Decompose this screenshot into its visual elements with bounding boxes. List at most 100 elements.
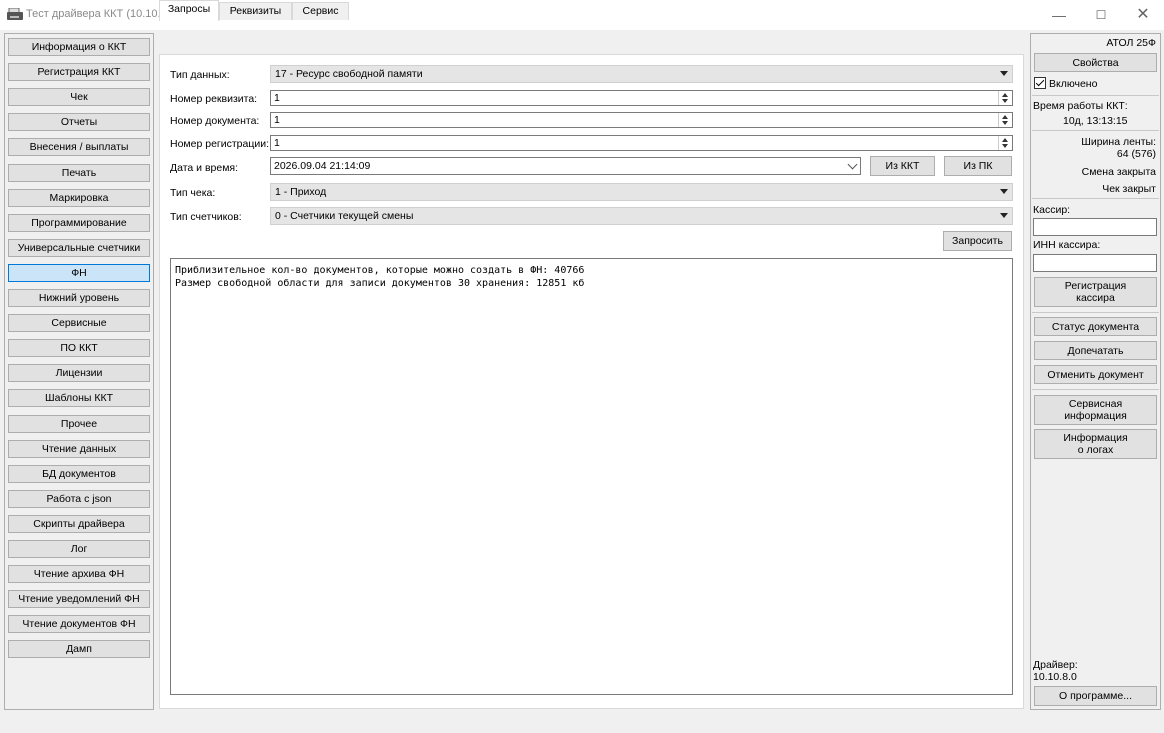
service-info-line1: Сервисная: [1068, 398, 1123, 410]
sidebar-item-16[interactable]: Прочее: [8, 414, 150, 433]
tab-requests[interactable]: Запросы: [159, 0, 219, 21]
maximize-button[interactable]: ☐: [1082, 3, 1120, 27]
output-line: Размер свободной области для записи доку…: [175, 278, 585, 289]
minimize-button[interactable]: —: [1040, 3, 1078, 27]
sidebar-item-25[interactable]: Дамп: [8, 640, 150, 659]
sidebar-item-23[interactable]: Чтение уведомлений ФН: [8, 590, 150, 609]
register-cashier-line1: Регистрация: [1064, 280, 1127, 292]
divider: [1032, 312, 1159, 313]
receipt-type-value: 1 - Приход: [275, 186, 327, 198]
requisite-number-value: 1: [274, 92, 280, 104]
driver-version: 10.10.8.0: [1033, 671, 1077, 683]
sidebar-item-15[interactable]: Шаблоны ККТ: [8, 389, 150, 408]
reprint-button[interactable]: Допечатать: [1034, 341, 1157, 360]
sidebar-item-11[interactable]: Нижний уровень: [8, 289, 150, 307]
divider: [1032, 389, 1159, 390]
tab-service[interactable]: Сервис: [292, 2, 349, 20]
chevron-down-icon: [1000, 71, 1008, 76]
datetime-value: 2026.09.04 21:14:09: [274, 160, 371, 172]
receipt-type-label: Тип чека:: [170, 187, 216, 199]
document-number-field[interactable]: 1: [270, 112, 1013, 128]
from-pc-button[interactable]: Из ПК: [944, 156, 1012, 176]
from-kkt-button[interactable]: Из ККТ: [870, 156, 935, 176]
spinner-icon[interactable]: [998, 136, 1012, 150]
tape-width-label: Ширина ленты:: [1081, 136, 1156, 148]
sidebar-item-14[interactable]: Лицензии: [8, 364, 150, 383]
data-type-select[interactable]: 17 - Ресурс свободной памяти: [270, 65, 1013, 83]
datetime-label: Дата и время:: [170, 162, 239, 174]
registration-number-label: Номер регистрации:: [170, 138, 270, 150]
receipt-type-select[interactable]: 1 - Приход: [270, 183, 1013, 201]
register-cashier-button[interactable]: Регистрация кассира: [1034, 277, 1157, 307]
spinner-icon[interactable]: [998, 113, 1012, 127]
counter-type-label: Тип счетчиков:: [170, 211, 242, 223]
sidebar-item-20[interactable]: Скрипты драйвера: [8, 514, 150, 533]
sidebar-item-18[interactable]: БД документов: [8, 464, 150, 483]
printer-icon: [7, 8, 23, 20]
cashier-label: Кассир:: [1033, 204, 1071, 216]
divider: [1032, 130, 1159, 131]
registration-number-value: 1: [274, 137, 280, 149]
cancel-document-button[interactable]: Отменить документ: [1034, 365, 1157, 384]
uptime-label: Время работы ККТ:: [1033, 100, 1128, 112]
document-status-button[interactable]: Статус документа: [1034, 317, 1157, 336]
sidebar-item-10[interactable]: ФН: [8, 263, 150, 282]
sidebar-item-8[interactable]: Программирование: [8, 213, 150, 232]
logs-info-line2: о логах: [1077, 444, 1114, 456]
sidebar-item-5[interactable]: Внесения / выплаты: [8, 138, 150, 157]
document-number-value: 1: [274, 114, 280, 126]
uptime-value: 10д, 13:13:15: [1063, 115, 1128, 127]
shift-status: Смена закрыта: [1081, 166, 1156, 178]
tab-requisites[interactable]: Реквизиты: [219, 2, 292, 20]
checkmark-icon: [1035, 77, 1045, 87]
register-cashier-line2: кассира: [1076, 292, 1115, 304]
data-type-label: Тип данных:: [170, 69, 230, 81]
spinner-icon[interactable]: [998, 91, 1012, 105]
chevron-down-icon: [1000, 189, 1008, 194]
output-text-area[interactable]: Приблизительное кол-во документов, котор…: [170, 258, 1013, 695]
sidebar-item-6[interactable]: Печать: [8, 163, 150, 182]
cashier-inn-input[interactable]: [1033, 254, 1157, 272]
data-type-value: 17 - Ресурс свободной памяти: [275, 68, 423, 80]
cashier-input[interactable]: [1033, 218, 1157, 236]
output-line: Приблизительное кол-во документов, котор…: [175, 265, 585, 276]
about-button[interactable]: О программе...: [1034, 686, 1157, 706]
logs-info-line1: Информация: [1063, 432, 1128, 444]
sidebar-item-19[interactable]: Работа с json: [8, 489, 150, 508]
requisite-number-label: Номер реквизита:: [170, 93, 258, 105]
counter-type-select[interactable]: 0 - Счетчики текущей смены: [270, 207, 1013, 225]
sidebar-item-4[interactable]: Отчеты: [8, 113, 150, 132]
window-title: Тест драйвера ККТ (10.10.8.0): [26, 8, 180, 20]
sidebar-item-9[interactable]: Универсальные счетчики: [8, 238, 150, 257]
receipt-status: Чек закрыт: [1102, 183, 1156, 195]
sidebar-item-1[interactable]: Информация о ККТ: [8, 38, 150, 56]
sidebar-item-17[interactable]: Чтение данных: [8, 439, 150, 458]
properties-button[interactable]: Свойства: [1034, 53, 1157, 72]
enabled-checkbox[interactable]: [1034, 77, 1046, 89]
sidebar-item-7[interactable]: Маркировка: [8, 188, 150, 207]
sidebar-item-24[interactable]: Чтение документов ФН: [8, 615, 150, 634]
counter-type-value: 0 - Счетчики текущей смены: [275, 210, 414, 222]
document-number-label: Номер документа:: [170, 115, 260, 127]
sidebar-item-12[interactable]: Сервисные: [8, 314, 150, 333]
tape-width-value: 64 (576): [1116, 148, 1156, 160]
datetime-picker[interactable]: 2026.09.04 21:14:09: [270, 157, 861, 175]
chevron-down-icon: [1000, 213, 1008, 218]
sidebar-item-13[interactable]: ПО ККТ: [8, 339, 150, 358]
service-info-line2: информация: [1064, 410, 1127, 422]
chevron-down-icon[interactable]: [847, 159, 858, 170]
sidebar-item-2[interactable]: Регистрация ККТ: [8, 63, 150, 82]
registration-number-field[interactable]: 1: [270, 135, 1013, 151]
service-info-button[interactable]: Сервисная информация: [1034, 395, 1157, 425]
enabled-label: Включено: [1049, 78, 1098, 90]
sidebar-item-22[interactable]: Чтение архива ФН: [8, 565, 150, 584]
close-button[interactable]: ✕: [1124, 3, 1162, 27]
sidebar-item-21[interactable]: Лог: [8, 540, 150, 558]
logs-info-button[interactable]: Информация о логах: [1034, 429, 1157, 459]
request-button[interactable]: Запросить: [943, 231, 1012, 251]
device-model: АТОЛ 25Ф: [1106, 37, 1156, 49]
divider: [1032, 198, 1159, 199]
requisite-number-field[interactable]: 1: [270, 90, 1013, 106]
sidebar-item-3[interactable]: Чек: [8, 88, 150, 107]
divider: [1032, 95, 1159, 96]
